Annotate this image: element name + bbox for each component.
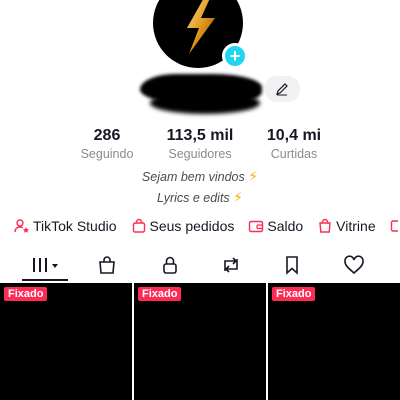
tab-videos[interactable]: [30, 252, 62, 278]
lightning-emoji-icon: ⚡: [233, 189, 244, 205]
lightning-emoji-icon: ⚡: [248, 168, 259, 184]
active-tab-indicator: [22, 279, 68, 281]
tiktok-studio-link[interactable]: TikTok Studio: [14, 218, 117, 234]
bag-icon: [132, 218, 145, 233]
content-tabs: [0, 250, 400, 282]
followers-label: Seguidores: [168, 147, 232, 161]
likes-label: Curtidas: [270, 147, 318, 161]
tab-liked[interactable]: [341, 252, 367, 278]
bag-icon: [99, 256, 115, 274]
heart-icon: [344, 255, 364, 275]
video-thumbnail[interactable]: Fixado: [134, 283, 266, 400]
tab-private[interactable]: [157, 252, 183, 278]
wallet-icon: [249, 220, 264, 233]
bio-line-1: Sejam bem vindos ⚡: [141, 168, 259, 184]
repost-icon: [224, 257, 238, 273]
plus-icon: +: [229, 46, 241, 66]
likes-stat[interactable]: 10,4 mi Curtidas: [256, 127, 332, 161]
likes-count: 10,4 mi: [266, 127, 322, 144]
avatar-container[interactable]: +: [153, 0, 248, 70]
video-thumbnail[interactable]: Fixado: [0, 283, 132, 400]
showcase-link[interactable]: Vitrine: [317, 218, 376, 234]
bio: Sejam bem vindos ⚡ Lyrics e edits ⚡: [0, 166, 400, 208]
partial-icon: [390, 220, 398, 232]
lock-icon: [163, 256, 177, 274]
followers-stat[interactable]: 113,5 mil Seguidores: [160, 127, 240, 161]
pinned-badge: Fixado: [138, 287, 182, 301]
following-stat[interactable]: 286 Seguindo: [72, 127, 142, 161]
person-star-icon: [14, 219, 29, 233]
pinned-badge: Fixado: [4, 287, 48, 301]
pencil-icon: [276, 83, 288, 96]
quick-links-row: TikTok Studio Seus pedidos Saldo Vitrine: [0, 215, 400, 237]
videos-grid-icon: [33, 258, 58, 272]
tab-saved[interactable]: [279, 252, 305, 278]
followers-count: 113,5 mil: [166, 127, 234, 144]
video-thumbnail[interactable]: Fixado: [268, 283, 400, 400]
tab-shop[interactable]: [94, 252, 120, 278]
bio-line-2: Lyrics e edits ⚡: [156, 189, 244, 205]
pinned-badge: Fixado: [272, 287, 316, 301]
following-count: 286: [93, 127, 121, 144]
video-grid: Fixado Fixado Fixado: [0, 283, 400, 400]
add-avatar-button[interactable]: +: [222, 43, 248, 69]
username-row: [140, 72, 300, 114]
tab-reposts[interactable]: [218, 252, 244, 278]
balance-link[interactable]: Saldo: [248, 218, 303, 234]
following-label: Seguindo: [80, 147, 134, 161]
edit-name-button[interactable]: [264, 76, 300, 102]
shop-bag-icon: [319, 218, 331, 233]
redacted-username-extra: [150, 92, 260, 114]
bookmark-icon: [286, 256, 298, 275]
more-link-partial[interactable]: [390, 218, 400, 234]
profile-stats: 286 Seguindo 113,5 mil Seguidores 10,4 m…: [0, 127, 400, 167]
orders-link[interactable]: Seus pedidos: [131, 218, 234, 234]
